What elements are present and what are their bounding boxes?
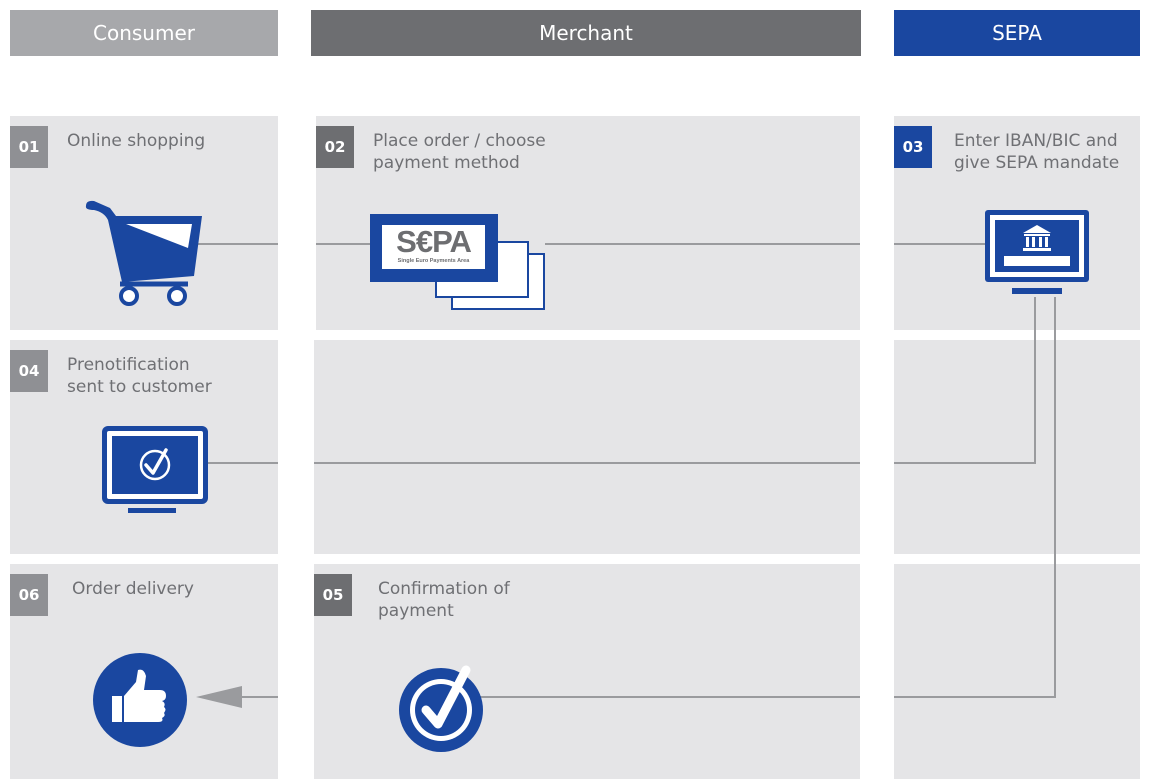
connector-mandate-to-confirmation — [894, 297, 1056, 698]
checkmark-circle-icon — [399, 665, 483, 752]
arrow-head-to-delivery — [196, 686, 242, 708]
sepa-cards-icon: S€PA Single Euro Payments Area — [368, 212, 552, 312]
thumbs-up-icon — [93, 653, 187, 747]
sepa-logo-text: S€PA — [396, 224, 472, 259]
bank-monitor-icon — [985, 210, 1089, 294]
shopping-cart-icon — [85, 200, 202, 306]
checkmark-monitor-icon — [102, 426, 208, 513]
sepa-logo-subtitle: Single Euro Payments Area — [397, 258, 470, 264]
connector-mandate-to-prenotification — [894, 297, 1036, 464]
